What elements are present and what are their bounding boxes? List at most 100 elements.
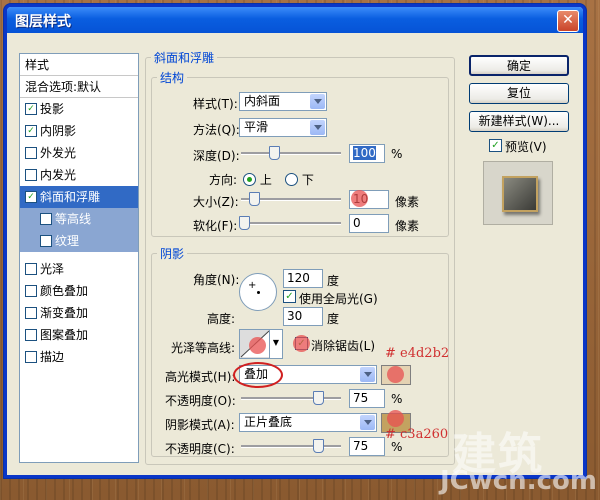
highlight-dot (351, 190, 368, 207)
highlight-opacity-input[interactable]: 75 (349, 389, 385, 408)
soften-input[interactable]: 0 (349, 214, 389, 233)
watermark-url: JCwcn.com (440, 466, 597, 496)
list-item-satin[interactable]: 光泽 (20, 258, 138, 280)
shadow-opacity-slider-track[interactable] (241, 445, 341, 448)
shadow-opacity-input[interactable]: 75 (349, 437, 385, 456)
highlight-dot (387, 410, 404, 427)
chevron-down-icon (360, 415, 375, 430)
soften-slider-track[interactable] (241, 222, 341, 225)
crosshair-icon: + (248, 280, 257, 291)
stroke-checkbox[interactable] (25, 350, 37, 363)
global-light-checkbox[interactable]: ✓ (283, 290, 296, 303)
satin-checkbox[interactable] (25, 262, 37, 275)
angle-dial[interactable]: + (239, 273, 277, 311)
direction-down-radio[interactable]: 下 (285, 171, 314, 188)
reset-button[interactable]: 复位 (469, 83, 569, 104)
list-item-stroke[interactable]: 描边 (20, 346, 138, 368)
direction-label: 方向: (209, 173, 238, 187)
preview-label: 预览(V) (505, 140, 547, 154)
shadow-mode-label: 阴影模式(A): (165, 418, 235, 432)
depth-label: 深度(D): (193, 149, 240, 163)
contour-checkbox[interactable] (40, 212, 52, 225)
preview-thumbnail (483, 161, 553, 225)
shading-title: 阴影 (157, 245, 188, 262)
chevron-down-icon (310, 94, 325, 109)
highlight-dot (293, 335, 310, 352)
highlight-opacity-unit: % (391, 392, 403, 406)
list-item-outer-glow[interactable]: 外发光 (20, 142, 138, 164)
highlight-mode-label: 高光模式(H): (165, 370, 236, 384)
altitude-label: 高度: (207, 312, 236, 326)
depth-slider-thumb[interactable] (269, 146, 280, 160)
styles-list: 样式 混合选项:默认 ✓ 投影 ✓ 内阴影 外发光 内发光 ✓ 斜面和浮雕 等高线 纹… (19, 53, 139, 463)
gloss-contour-dropdown[interactable]: ▼ (269, 329, 283, 359)
technique-select[interactable]: 平滑 (239, 118, 327, 137)
style-label: 样式(T): (193, 97, 238, 111)
direction-up-radio[interactable]: 上 (243, 171, 272, 188)
highlight-hex-annotation: # e4d2b2 (385, 346, 450, 361)
shadow-hex-annotation: # c3a260 (385, 427, 449, 442)
structure-title: 结构 (157, 69, 188, 86)
gloss-contour-label: 光泽等高线: (171, 341, 236, 355)
depth-unit: % (391, 147, 403, 161)
depth-slider-track[interactable] (241, 152, 341, 155)
highlight-opacity-slider-thumb[interactable] (313, 391, 324, 405)
dialog-title: 图层样式 (15, 14, 71, 30)
technique-label: 方法(Q): (193, 123, 240, 137)
shadow-opacity-slider-thumb[interactable] (313, 439, 324, 453)
highlight-opacity-slider-track[interactable] (241, 397, 341, 400)
list-item-pattern-overlay[interactable]: 图案叠加 (20, 324, 138, 346)
list-item-drop-shadow[interactable]: ✓ 投影 (20, 98, 138, 120)
soften-slider-thumb[interactable] (239, 216, 250, 230)
chevron-down-icon (360, 367, 375, 382)
pattern-overlay-checkbox[interactable] (25, 328, 37, 341)
size-unit: 像素 (395, 195, 420, 209)
highlight-opacity-label: 不透明度(O): (165, 394, 236, 408)
list-item-bevel-emboss[interactable]: ✓ 斜面和浮雕 (20, 186, 138, 208)
gradient-overlay-checkbox[interactable] (25, 306, 37, 319)
bevel-emboss-title: 斜面和浮雕 (151, 49, 218, 66)
size-slider-thumb[interactable] (249, 192, 260, 206)
highlight-circle (233, 362, 283, 388)
preview-checkbox[interactable]: ✓ (489, 139, 502, 152)
list-item-color-overlay[interactable]: 颜色叠加 (20, 280, 138, 302)
depth-input[interactable]: 100 (349, 144, 385, 163)
list-item-inner-glow[interactable]: 内发光 (20, 164, 138, 186)
inner-glow-checkbox[interactable] (25, 168, 37, 181)
soften-unit: 像素 (395, 219, 420, 233)
list-item-gradient-overlay[interactable]: 渐变叠加 (20, 302, 138, 324)
list-item-inner-shadow[interactable]: ✓ 内阴影 (20, 120, 138, 142)
highlight-dot (387, 366, 404, 383)
close-button[interactable]: ✕ (557, 10, 579, 32)
shadow-opacity-unit: % (391, 440, 403, 454)
style-select[interactable]: 内斜面 (239, 92, 327, 111)
soften-label: 软化(F): (193, 219, 238, 233)
layer-style-dialog: 图层样式 ✕ 样式 混合选项:默认 ✓ 投影 ✓ 内阴影 外发光 内发光 ✓ 斜面和浮… (4, 4, 586, 478)
new-style-button[interactable]: 新建样式(W)... (469, 111, 569, 132)
shadow-opacity-label: 不透明度(C): (165, 442, 235, 456)
title-bar: 图层样式 ✕ (7, 7, 583, 33)
color-overlay-checkbox[interactable] (25, 284, 37, 297)
chevron-down-icon (310, 120, 325, 135)
texture-checkbox[interactable] (40, 234, 52, 247)
list-header-styles[interactable]: 样式 (20, 54, 138, 76)
shadow-mode-select[interactable]: 正片叠底 (239, 413, 377, 432)
angle-label: 角度(N): (193, 273, 240, 287)
highlight-dot (249, 337, 266, 354)
list-item-contour[interactable]: 等高线 (20, 208, 138, 230)
global-light-label: 使用全局光(G) (299, 292, 378, 306)
preview-swatch (502, 176, 538, 212)
inner-shadow-checkbox[interactable]: ✓ (25, 124, 37, 137)
list-item-texture[interactable]: 纹理 (20, 230, 138, 252)
altitude-input[interactable]: 30 (283, 307, 323, 326)
altitude-unit: 度 (327, 312, 340, 326)
dial-center-icon (257, 291, 260, 294)
outer-glow-checkbox[interactable] (25, 146, 37, 159)
angle-unit: 度 (327, 274, 340, 288)
bevel-emboss-checkbox[interactable]: ✓ (25, 190, 37, 203)
list-item-blending-options[interactable]: 混合选项:默认 (20, 76, 138, 98)
angle-input[interactable]: 120 (283, 269, 323, 288)
drop-shadow-checkbox[interactable]: ✓ (25, 102, 37, 115)
size-label: 大小(Z): (193, 195, 239, 209)
ok-button[interactable]: 确定 (469, 55, 569, 76)
